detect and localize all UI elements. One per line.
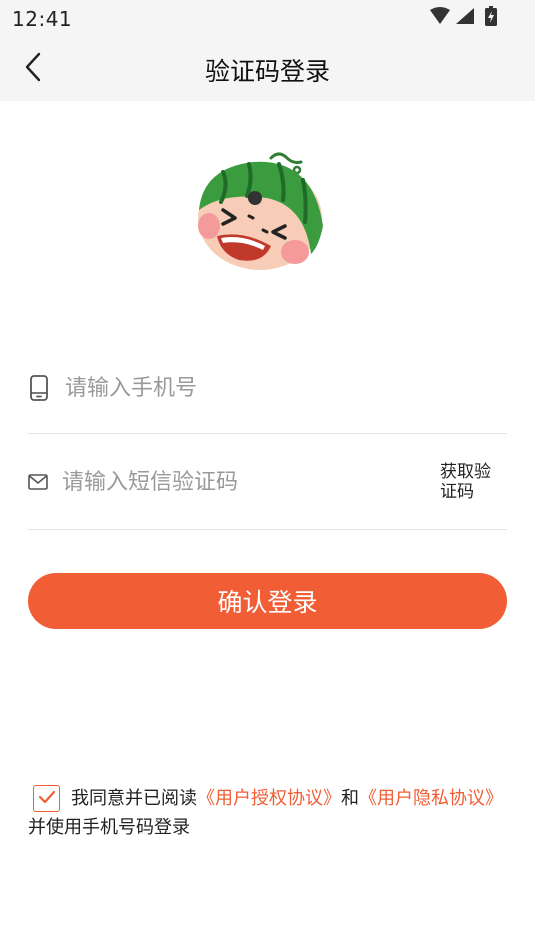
sms-code-field: 获取验证码 xyxy=(28,434,507,530)
mail-icon xyxy=(28,473,48,491)
user-agreement-link[interactable]: 《用户授权协议》 xyxy=(197,788,341,809)
agreement-prefix: 我同意并已阅读 xyxy=(71,788,197,809)
agreement-and: 和 xyxy=(341,788,359,809)
battery-icon xyxy=(485,6,497,30)
status-time: 12:41 xyxy=(12,7,73,31)
status-icons xyxy=(429,6,497,30)
phone-icon xyxy=(28,374,50,402)
status-bar: 12:41 xyxy=(0,0,535,36)
title-bar: 验证码登录 xyxy=(0,36,535,101)
agreement-text: 我同意并已阅读《用户授权协议》和《用户隐私协议》并使用手机号码登录 xyxy=(28,784,508,842)
sms-code-input[interactable] xyxy=(62,462,422,502)
agreement-suffix: 并使用手机号码登录 xyxy=(28,817,190,838)
phone-input[interactable] xyxy=(65,368,465,408)
privacy-agreement-link[interactable]: 《用户隐私协议》 xyxy=(359,788,503,809)
watermelon-mascot-icon xyxy=(193,146,328,276)
get-code-button[interactable]: 获取验证码 xyxy=(440,462,502,502)
cellular-signal-icon xyxy=(455,7,475,29)
confirm-login-button[interactable]: 确认登录 xyxy=(28,573,507,629)
phone-field xyxy=(28,338,507,434)
wifi-icon xyxy=(429,7,451,29)
page-title: 验证码登录 xyxy=(204,57,330,86)
